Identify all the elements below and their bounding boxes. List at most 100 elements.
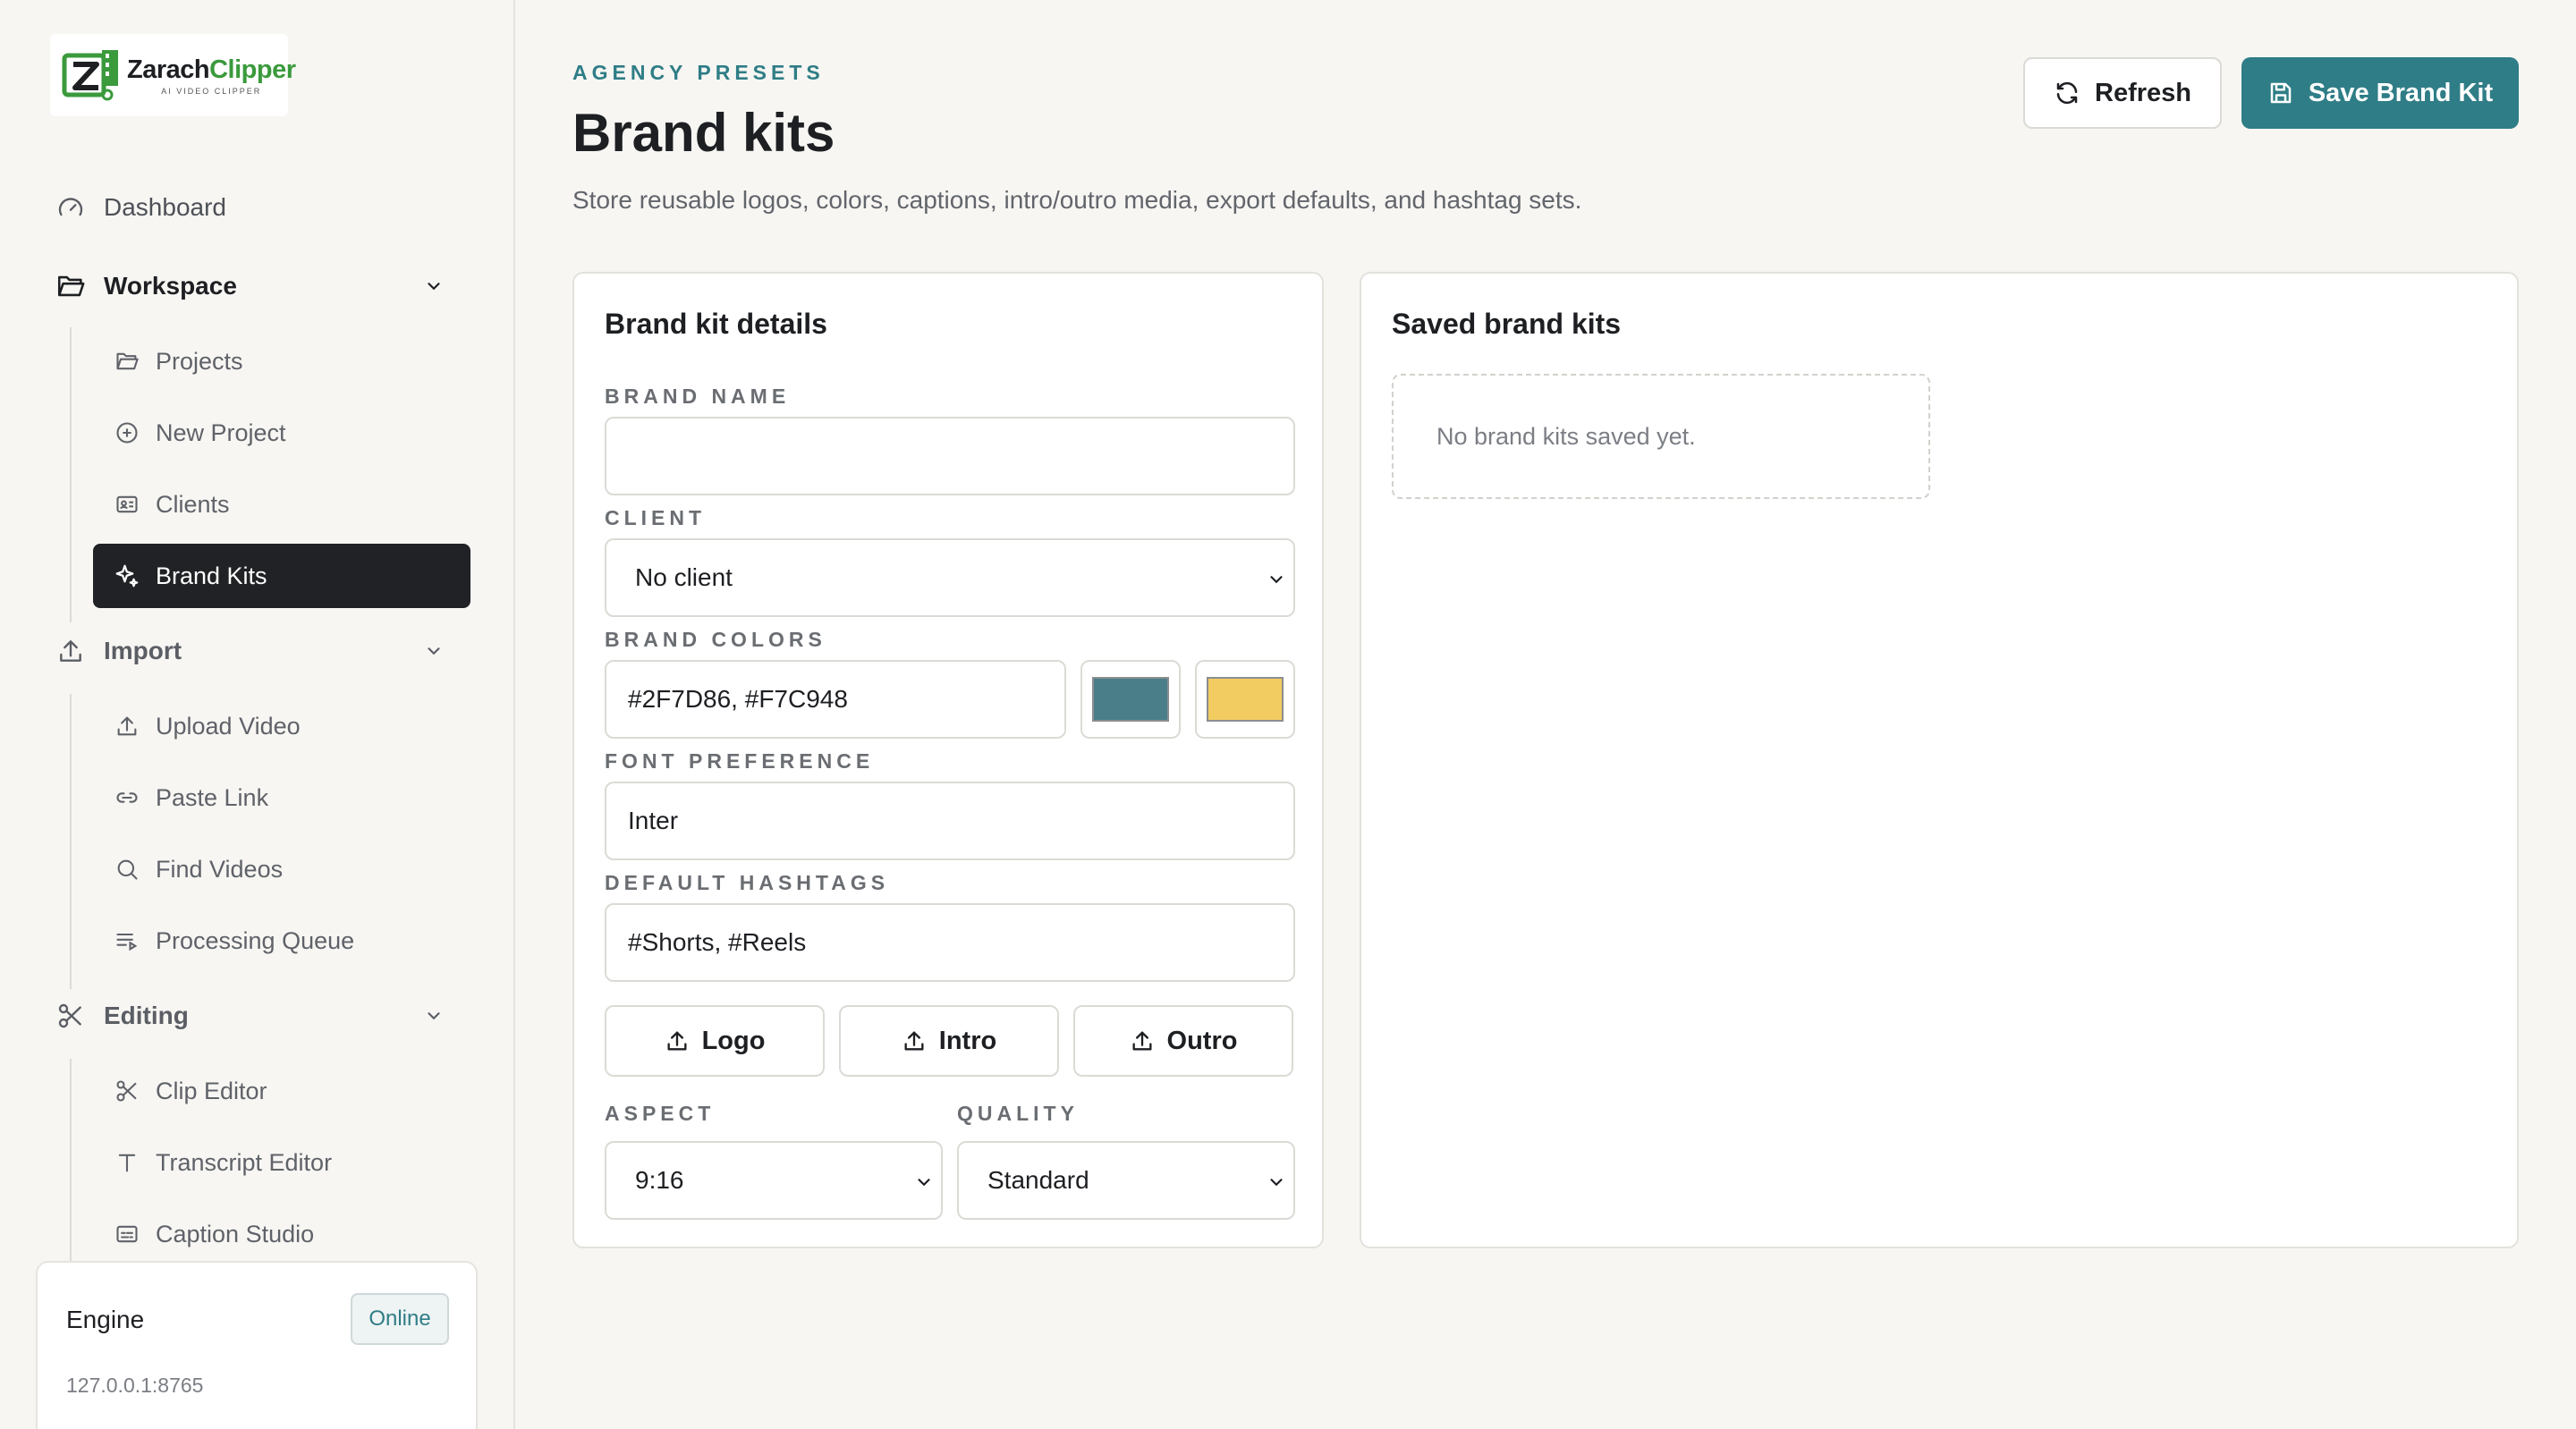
refresh-button[interactable]: Refresh [2023, 57, 2222, 129]
font-preference-label: FONT PREFERENCE [605, 749, 875, 773]
upload-intro-button[interactable]: Intro [839, 1005, 1059, 1077]
nav-dashboard-label: Dashboard [104, 193, 226, 221]
sidebar-item-upload-video[interactable]: Upload Video [93, 694, 470, 758]
save-brand-kit-button[interactable]: Save Brand Kit [2241, 57, 2519, 129]
brand-name-label: BRAND NAME [605, 385, 791, 408]
sparkles-icon [113, 562, 141, 590]
engine-title: Engine [66, 1306, 145, 1333]
quality-label: QUALITY [957, 1102, 1079, 1125]
client-label: CLIENT [605, 506, 707, 529]
folder-icon [113, 347, 141, 376]
color-picker-2[interactable] [1195, 660, 1295, 739]
app-logo[interactable]: ZarachClipper AI VIDEO CLIPPER [50, 34, 296, 116]
engine-address: 127.0.0.1:8765 [66, 1374, 204, 1397]
sidebar-item-projects[interactable]: Projects [93, 329, 470, 393]
plus-circle-icon [113, 419, 141, 447]
chevron-down-icon[interactable] [420, 1002, 447, 1029]
brand-name-input[interactable] [605, 417, 1295, 495]
sidebar-item-label: Clients [156, 490, 230, 518]
client-select-value: No client [635, 563, 733, 591]
logo-name-1: Zarach [127, 55, 210, 84]
id-card-icon [113, 490, 141, 519]
sidebar-item-label: Transcript Editor [156, 1148, 333, 1176]
logo-tagline: AI VIDEO CLIPPER [161, 86, 262, 96]
sidebar-item-caption-studio[interactable]: Caption Studio [93, 1202, 470, 1266]
aspect-select[interactable]: 9:16 [605, 1141, 943, 1220]
sidebar-item-label: Paste Link [156, 783, 269, 811]
engine-status-card: Engine Online 127.0.0.1:8765 [36, 1261, 478, 1429]
upload-outro-button[interactable]: Outro [1073, 1005, 1293, 1077]
nav-workspace-label: Workspace [104, 272, 237, 300]
quality-select-value: Standard [987, 1166, 1089, 1194]
upload-logo-button[interactable]: Logo [605, 1005, 825, 1077]
quality-select[interactable]: Standard [957, 1141, 1295, 1220]
sidebar-item-label: Clip Editor [156, 1077, 267, 1104]
save-icon [2267, 80, 2294, 106]
upload-icon [665, 1028, 690, 1053]
nav-editing-label: Editing [104, 1002, 189, 1029]
sidebar-item-clip-editor[interactable]: Clip Editor [93, 1059, 470, 1123]
nav-import-label: Import [104, 637, 182, 664]
sidebar-item-label: Processing Queue [156, 926, 355, 954]
sidebar-item-brand-kits[interactable]: Brand Kits [93, 544, 470, 608]
list-play-icon [113, 926, 141, 955]
chevron-down-icon[interactable] [420, 273, 447, 300]
card-title: Saved brand kits [1392, 308, 1622, 340]
status-badge: Online [351, 1293, 449, 1345]
sidebar-item-find-videos[interactable]: Find Videos [93, 837, 470, 901]
sidebar: ZarachClipper AI VIDEO CLIPPER Dashboard… [0, 0, 515, 1429]
nav-group-workspace[interactable]: Workspace [55, 268, 237, 304]
gauge-icon [55, 192, 86, 223]
empty-state: No brand kits saved yet. [1392, 374, 1930, 499]
link-icon [113, 783, 141, 812]
sidebar-item-paste-link[interactable]: Paste Link [93, 765, 470, 830]
chevron-down-icon [1267, 1170, 1286, 1198]
save-label: Save Brand Kit [2308, 78, 2494, 107]
sidebar-item-clients[interactable]: Clients [93, 472, 470, 537]
sidebar-item-label: New Project [156, 419, 286, 446]
saved-brand-kits-card: Saved brand kits No brand kits saved yet… [1360, 272, 2519, 1248]
nav-dashboard[interactable]: Dashboard [55, 190, 226, 225]
client-select[interactable]: No client [605, 538, 1295, 617]
chevron-down-icon[interactable] [420, 638, 447, 664]
aspect-select-value: 9:16 [635, 1166, 684, 1194]
folder-open-icon [55, 271, 86, 301]
logo-name-2: Clipper [209, 55, 296, 84]
brand-colors-input[interactable]: #2F7D86, #F7C948 [605, 660, 1066, 739]
refresh-label: Refresh [2095, 78, 2191, 107]
nav-tree-line [70, 1059, 72, 1291]
default-hashtags-label: DEFAULT HASHTAGS [605, 871, 890, 894]
page-subtitle: Store reusable logos, colors, captions, … [572, 186, 1582, 214]
sidebar-item-transcript-editor[interactable]: Transcript Editor [93, 1130, 470, 1195]
logo-mark-icon [61, 47, 122, 104]
aspect-label: ASPECT [605, 1102, 716, 1125]
chevron-down-icon [1267, 567, 1286, 596]
sidebar-item-label: Projects [156, 347, 243, 375]
sidebar-item-label: Find Videos [156, 855, 284, 883]
scissors-icon [55, 1001, 86, 1031]
search-icon [113, 855, 141, 884]
default-hashtags-input[interactable]: #Shorts, #Reels [605, 903, 1295, 982]
sidebar-item-new-project[interactable]: New Project [93, 401, 470, 465]
nav-tree-line [70, 694, 72, 989]
sidebar-item-label: Caption Studio [156, 1220, 315, 1247]
upload-icon [55, 636, 86, 666]
brand-colors-label: BRAND COLORS [605, 628, 826, 651]
chevron-down-icon [914, 1170, 934, 1198]
font-preference-input[interactable]: Inter [605, 782, 1295, 860]
sidebar-item-label: Upload Video [156, 712, 301, 740]
page-eyebrow: AGENCY PRESETS [572, 61, 825, 84]
scissors-icon [113, 1077, 141, 1105]
color-swatch-1 [1092, 677, 1169, 722]
card-title: Brand kit details [605, 308, 827, 340]
captions-icon [113, 1220, 141, 1248]
sidebar-item-processing-queue[interactable]: Processing Queue [93, 909, 470, 973]
color-picker-1[interactable] [1080, 660, 1181, 739]
text-icon [113, 1148, 141, 1177]
upload-icon [1130, 1028, 1155, 1053]
upload-icon [113, 712, 141, 740]
nav-group-editing[interactable]: Editing [55, 998, 189, 1034]
brand-kit-details-card: Brand kit details BRAND NAME CLIENT No c… [572, 272, 1324, 1248]
nav-tree-line [70, 327, 72, 622]
nav-group-import[interactable]: Import [55, 633, 182, 669]
